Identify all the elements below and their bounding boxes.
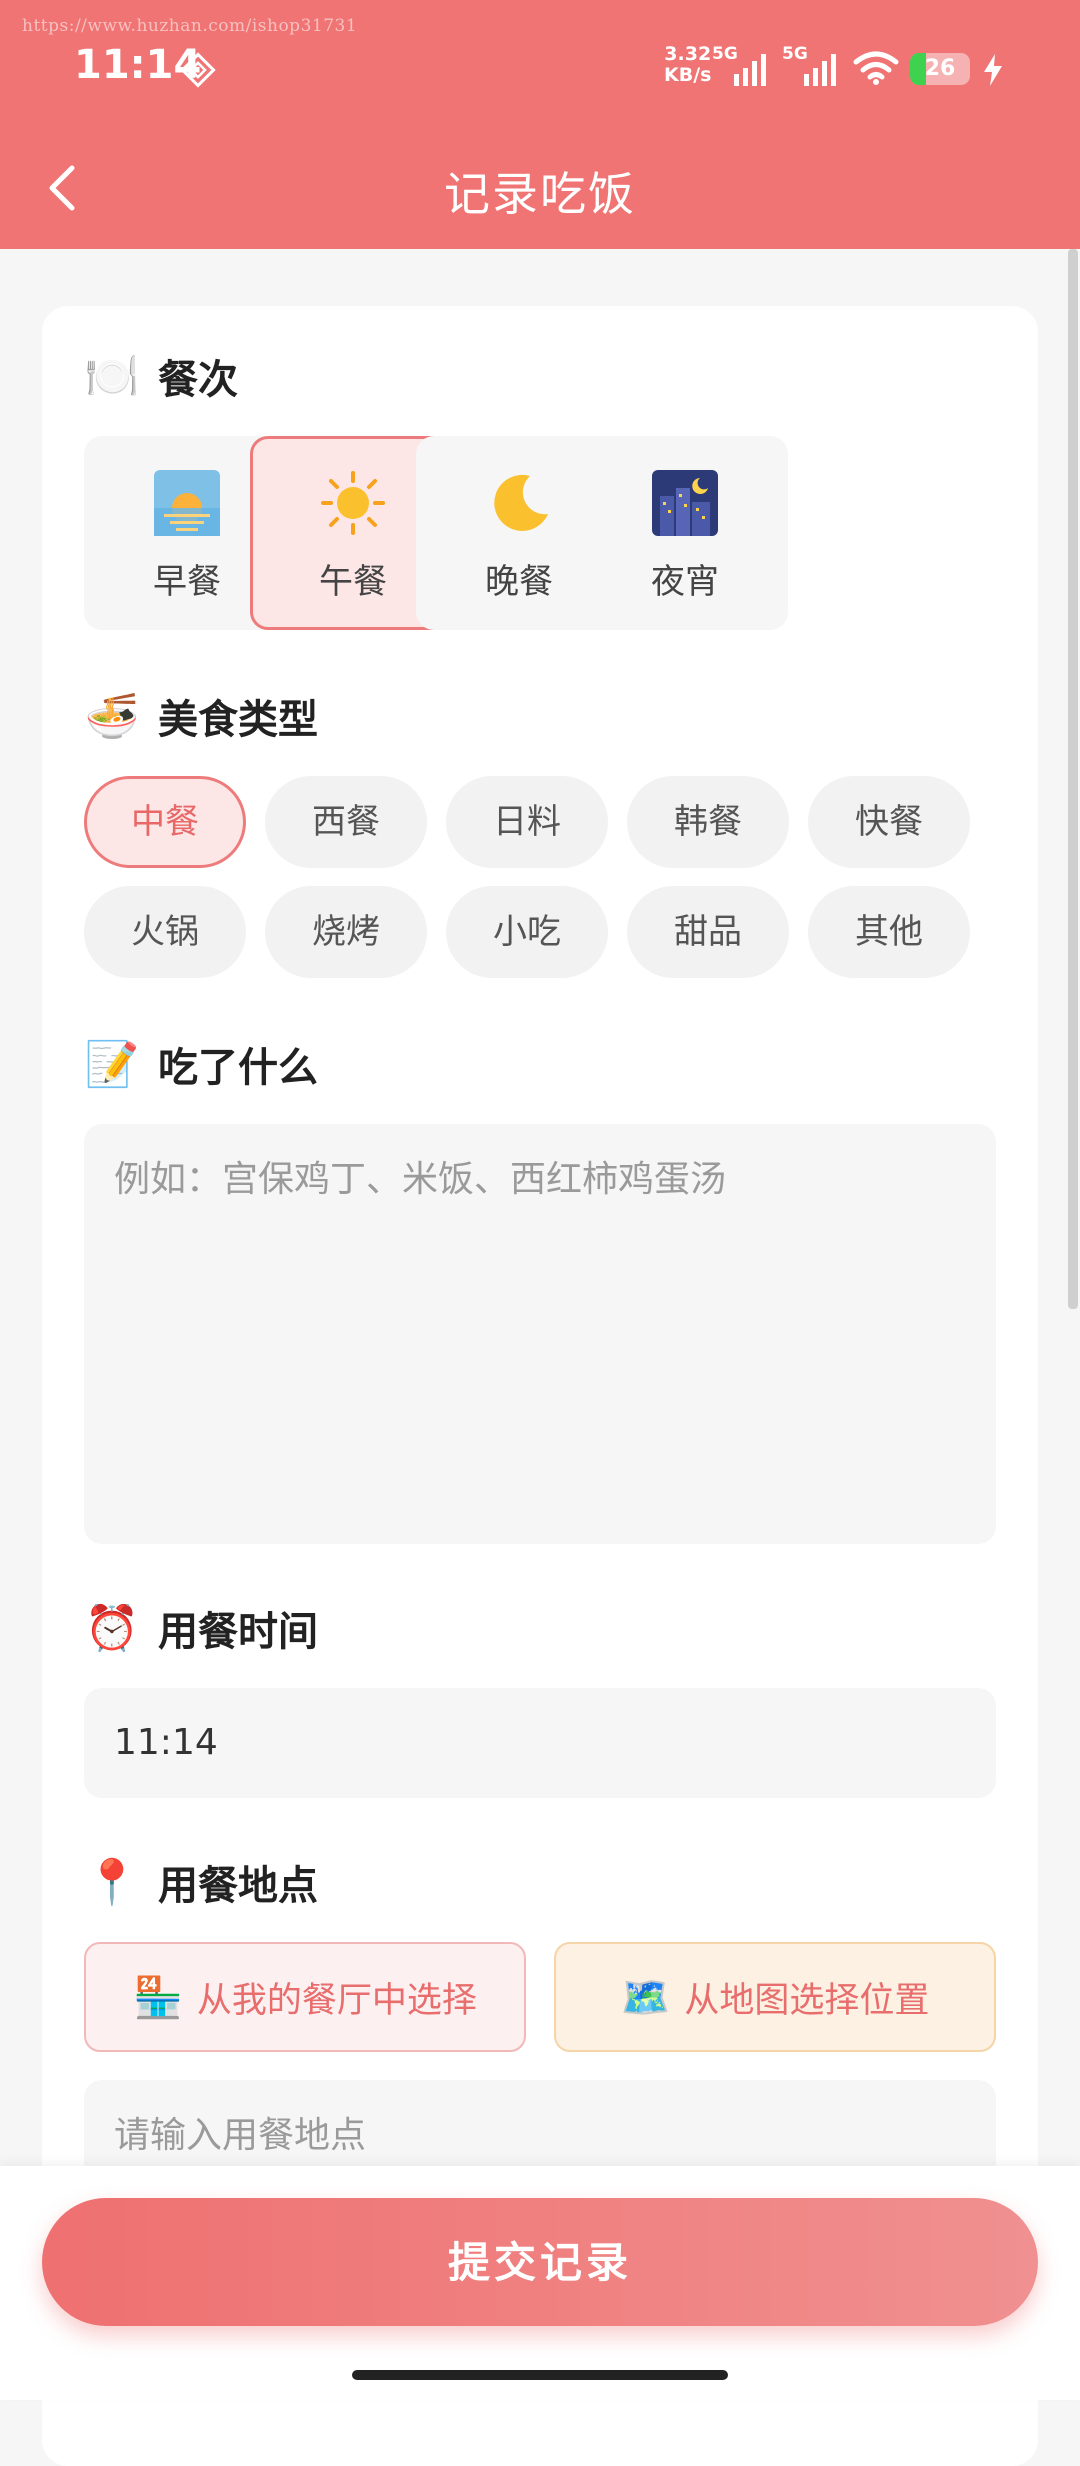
memo-icon: 📝 xyxy=(84,1039,140,1090)
meal-section-title: 🍽️ 餐次 xyxy=(84,346,238,406)
submit-button[interactable]: 提交记录 xyxy=(42,2198,1038,2326)
cuisine-chip-hotpot[interactable]: 火锅 xyxy=(84,886,246,978)
night-city-icon xyxy=(652,470,718,536)
time-section-label: 用餐时间 xyxy=(158,1609,318,1655)
battery-level: 26 xyxy=(924,56,956,81)
network-speed: 3.32 KB/s xyxy=(664,44,711,86)
signal-sim2: 5G xyxy=(782,44,842,88)
meal-label-latenight: 夜宵 xyxy=(651,562,719,602)
choose-map-button[interactable]: 🗺️ 从地图选择位置 xyxy=(554,1942,996,2052)
choose-restaurant-label: 从我的餐厅中选择 xyxy=(196,1980,477,2021)
sunrise-icon xyxy=(154,470,220,536)
signal-bars-icon xyxy=(734,54,766,86)
time-field[interactable]: 11:14 xyxy=(84,1688,996,1798)
cuisine-chip-fastfood[interactable]: 快餐 xyxy=(808,776,970,868)
nfc-icon xyxy=(180,52,216,88)
plate-icon: 🍽️ xyxy=(84,351,140,402)
moon-icon xyxy=(494,474,548,531)
page-title: 记录吃饭 xyxy=(444,167,636,221)
network-speed-value: 3.32 xyxy=(664,43,712,65)
food-input[interactable] xyxy=(84,1124,996,1544)
watermark-text: https://www.huzhan.com/ishop31731 xyxy=(22,16,358,36)
store-icon: 🏪 xyxy=(133,1974,183,2021)
cuisine-section-title: 🍜 美食类型 xyxy=(84,686,318,746)
meal-option-latenight[interactable]: 夜宵 xyxy=(582,436,788,630)
meal-section-label: 餐次 xyxy=(158,357,238,403)
food-section-label: 吃了什么 xyxy=(158,1045,318,1091)
cuisine-chip-chinese[interactable]: 中餐 xyxy=(84,776,246,868)
charging-bolt-icon xyxy=(984,54,1002,86)
cuisine-chip-snack[interactable]: 小吃 xyxy=(446,886,608,978)
home-indicator[interactable] xyxy=(352,2370,728,2380)
header-bar: https://www.huzhan.com/ishop31731 11:14 … xyxy=(0,0,1080,249)
cuisine-section-label: 美食类型 xyxy=(158,697,318,743)
network-speed-unit: KB/s xyxy=(664,64,712,86)
cuisine-chip-korean[interactable]: 韩餐 xyxy=(627,776,789,868)
choose-restaurant-button[interactable]: 🏪 从我的餐厅中选择 xyxy=(84,1942,526,2052)
cuisine-chip-other[interactable]: 其他 xyxy=(808,886,970,978)
signal-sim1: 5G xyxy=(712,44,772,88)
battery-indicator: 26 xyxy=(910,53,970,85)
cuisine-chip-japanese[interactable]: 日料 xyxy=(446,776,608,868)
wifi-icon xyxy=(853,51,899,85)
time-section-title: ⏰ 用餐时间 xyxy=(84,1598,318,1658)
pin-icon: 📍 xyxy=(84,1857,140,1908)
cuisine-chip-western[interactable]: 西餐 xyxy=(265,776,427,868)
place-section-label: 用餐地点 xyxy=(158,1863,318,1909)
food-section-title: 📝 吃了什么 xyxy=(84,1034,318,1094)
bottom-action-bar: 提交记录 xyxy=(0,2166,1080,2400)
noodle-bowl-icon: 🍜 xyxy=(84,691,140,742)
scrollbar[interactable] xyxy=(1068,249,1078,1309)
cuisine-chip-dessert[interactable]: 甜品 xyxy=(627,886,789,978)
signal-bars-icon xyxy=(804,54,836,86)
choose-map-label: 从地图选择位置 xyxy=(684,1980,930,2021)
place-section-title: 📍 用餐地点 xyxy=(84,1852,318,1912)
alarm-clock-icon: ⏰ xyxy=(84,1603,140,1654)
record-form-card: 🍽️ 餐次 早餐 午餐 晚餐 夜宵 🍜 美食类型 中餐 西餐 日料 韩餐 快餐 … xyxy=(42,306,1038,2466)
world-map-icon: 🗺️ xyxy=(620,1974,671,2021)
sun-icon xyxy=(321,471,385,535)
cuisine-chip-bbq[interactable]: 烧烤 xyxy=(265,886,427,978)
